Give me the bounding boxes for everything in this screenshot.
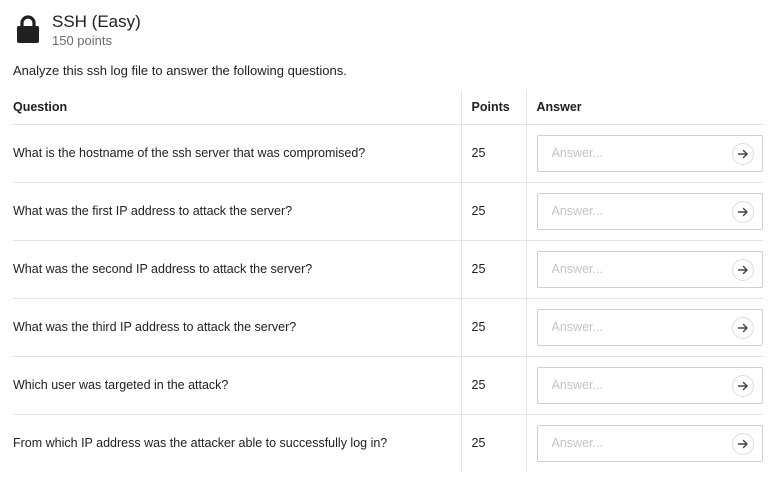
submit-answer-button[interactable] <box>731 432 754 455</box>
answer-box <box>536 308 763 346</box>
questions-table: Question Points Answer What is the hostn… <box>13 91 763 472</box>
lock-icon <box>16 14 40 44</box>
answer-cell <box>525 297 763 356</box>
challenge-header: SSH (Easy) 150 points <box>16 12 141 49</box>
answer-cell <box>525 123 763 182</box>
question-text: What is the hostname of the ssh server t… <box>13 123 461 182</box>
answer-box <box>536 134 763 172</box>
answer-box <box>536 192 763 230</box>
submit-answer-button[interactable] <box>731 142 754 165</box>
answer-box <box>536 366 763 404</box>
question-points: 25 <box>460 181 526 240</box>
arrow-right-icon <box>737 381 748 390</box>
question-text: What was the second IP address to attack… <box>13 239 461 298</box>
arrow-right-icon <box>737 207 748 216</box>
answer-input[interactable] <box>551 435 722 450</box>
table-row: Which user was targeted in the attack? 25 <box>13 355 763 414</box>
arrow-right-icon <box>737 149 748 158</box>
answer-box <box>536 424 763 462</box>
answer-input[interactable] <box>551 261 722 276</box>
question-text: What was the first IP address to attack … <box>13 181 461 240</box>
arrow-right-icon <box>737 439 748 448</box>
answer-cell <box>525 355 763 414</box>
challenge-points: 150 points <box>52 33 112 48</box>
table-row: What was the first IP address to attack … <box>13 181 763 240</box>
answer-input[interactable] <box>551 377 722 392</box>
table-row: What is the hostname of the ssh server t… <box>13 123 763 182</box>
header-points: Points <box>460 91 526 124</box>
question-points: 25 <box>460 355 526 414</box>
submit-answer-button[interactable] <box>731 258 754 281</box>
submit-answer-button[interactable] <box>731 200 754 223</box>
submit-answer-button[interactable] <box>731 374 754 397</box>
question-text: From which IP address was the attacker a… <box>13 413 461 472</box>
answer-input[interactable] <box>551 203 722 218</box>
arrow-right-icon <box>737 265 748 274</box>
question-text: Which user was targeted in the attack? <box>13 355 461 414</box>
question-points: 25 <box>460 123 526 182</box>
question-points: 25 <box>460 297 526 356</box>
answer-cell <box>525 181 763 240</box>
question-points: 25 <box>460 239 526 298</box>
submit-answer-button[interactable] <box>731 316 754 339</box>
table-row: What was the third IP address to attack … <box>13 297 763 356</box>
answer-box <box>536 250 763 288</box>
header-question: Question <box>13 100 68 115</box>
arrow-right-icon <box>737 323 748 332</box>
challenge-description: Analyze this ssh log file to answer the … <box>13 63 347 78</box>
answer-input[interactable] <box>551 319 722 334</box>
header-answer: Answer <box>525 91 763 124</box>
answer-cell <box>525 239 763 298</box>
answer-cell <box>525 413 763 472</box>
answer-input[interactable] <box>551 145 722 160</box>
table-row: What was the second IP address to attack… <box>13 239 763 298</box>
table-header-row: Question Points Answer <box>13 91 763 124</box>
question-points: 25 <box>460 413 526 472</box>
question-text: What was the third IP address to attack … <box>13 297 461 356</box>
table-row: From which IP address was the attacker a… <box>13 413 763 472</box>
challenge-title: SSH (Easy) <box>52 12 141 31</box>
